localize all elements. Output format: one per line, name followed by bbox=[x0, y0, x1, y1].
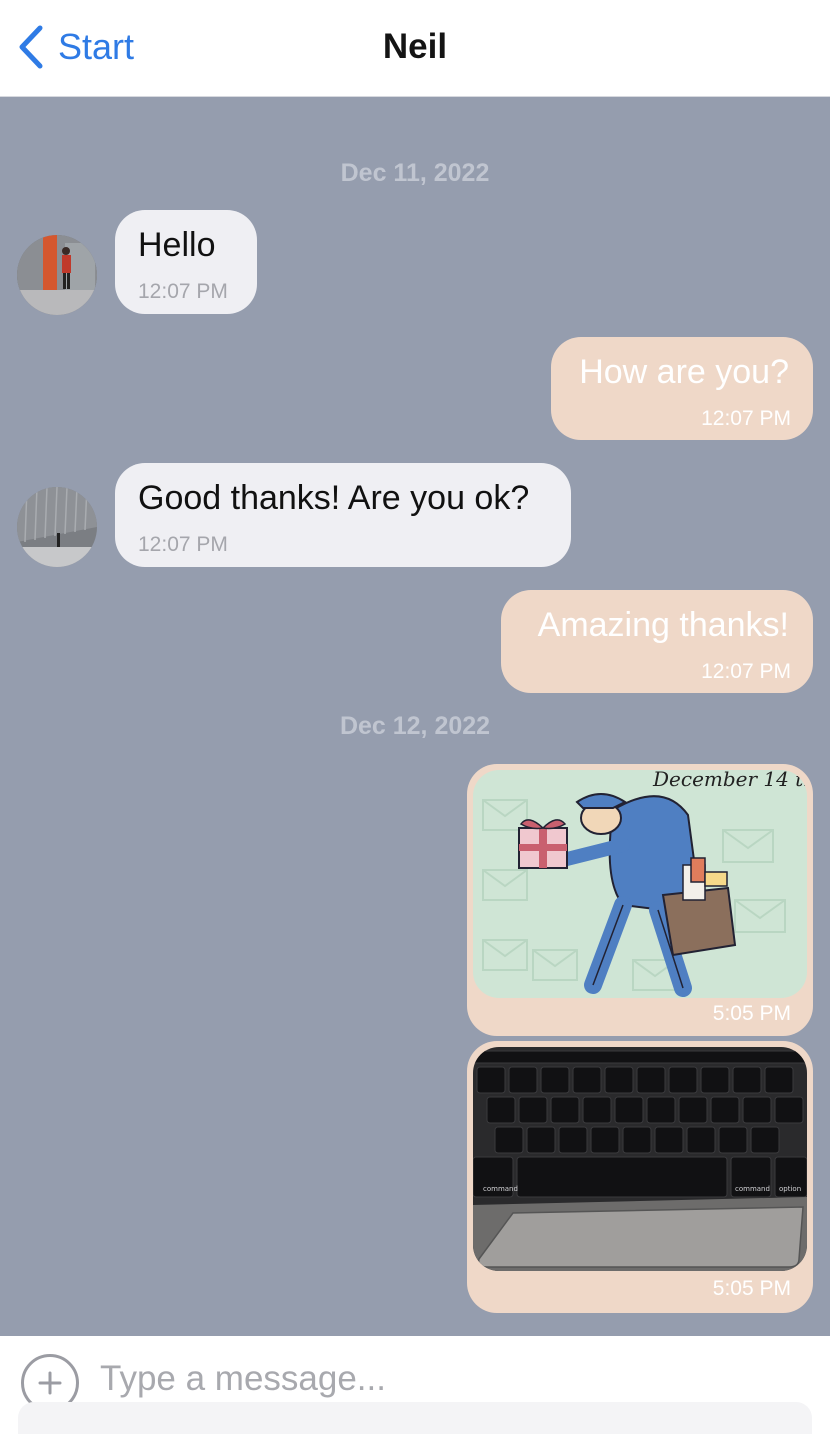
keyboard-photo[interactable]: command command option bbox=[473, 1047, 807, 1271]
message-time: 12:07 PM bbox=[701, 660, 791, 683]
message-text: Good thanks! Are you ok? bbox=[138, 479, 530, 517]
date-separator: Dec 11, 2022 bbox=[340, 159, 490, 187]
message-input[interactable] bbox=[100, 1354, 800, 1404]
plus-icon bbox=[38, 1371, 62, 1395]
outgoing-message[interactable]: Amazing thanks! 12:07 PM bbox=[501, 590, 813, 693]
message-time: 12:07 PM bbox=[138, 533, 228, 556]
incoming-message[interactable]: Good thanks! Are you ok? 12:07 PM bbox=[115, 463, 571, 567]
message-text: Hello bbox=[138, 226, 216, 264]
incoming-message[interactable]: Hello 12:07 PM bbox=[115, 210, 257, 314]
keyboard-image: command command option bbox=[473, 1047, 807, 1271]
key-legend: option bbox=[779, 1185, 801, 1193]
chat-header: Start Neil bbox=[0, 0, 830, 97]
keyboard-accessory-bar bbox=[18, 1402, 812, 1434]
postman-illustration: December 14 th bbox=[473, 770, 807, 998]
outgoing-message[interactable]: How are you? 12:07 PM bbox=[551, 337, 813, 440]
date-separator: Dec 12, 2022 bbox=[339, 712, 491, 740]
key-legend: command bbox=[483, 1185, 518, 1193]
avatar-image bbox=[17, 487, 97, 567]
message-time: 5:05 PM bbox=[712, 1277, 791, 1300]
illustration-caption: December 14 th bbox=[652, 770, 807, 791]
contact-name: Neil bbox=[382, 27, 448, 66]
message-list[interactable]: Dec 11, 2022 Hello 12:07 PM How are you?… bbox=[0, 97, 830, 1336]
message-text: Amazing thanks! bbox=[537, 606, 789, 644]
outgoing-image-message[interactable]: command command option 5:05 PM bbox=[467, 1041, 813, 1313]
key-legend: command bbox=[735, 1185, 770, 1193]
message-text: How are you? bbox=[579, 353, 789, 391]
avatar-image bbox=[17, 235, 97, 315]
illustration-image[interactable]: December 14 th bbox=[473, 770, 807, 998]
avatar[interactable] bbox=[17, 487, 97, 567]
message-time: 5:05 PM bbox=[712, 1002, 791, 1025]
message-time: 12:07 PM bbox=[138, 280, 228, 303]
avatar[interactable] bbox=[17, 235, 97, 315]
message-composer bbox=[0, 1336, 830, 1434]
message-time: 12:07 PM bbox=[701, 407, 791, 430]
outgoing-image-message[interactable]: December 14 th 5:05 PM bbox=[467, 764, 813, 1036]
